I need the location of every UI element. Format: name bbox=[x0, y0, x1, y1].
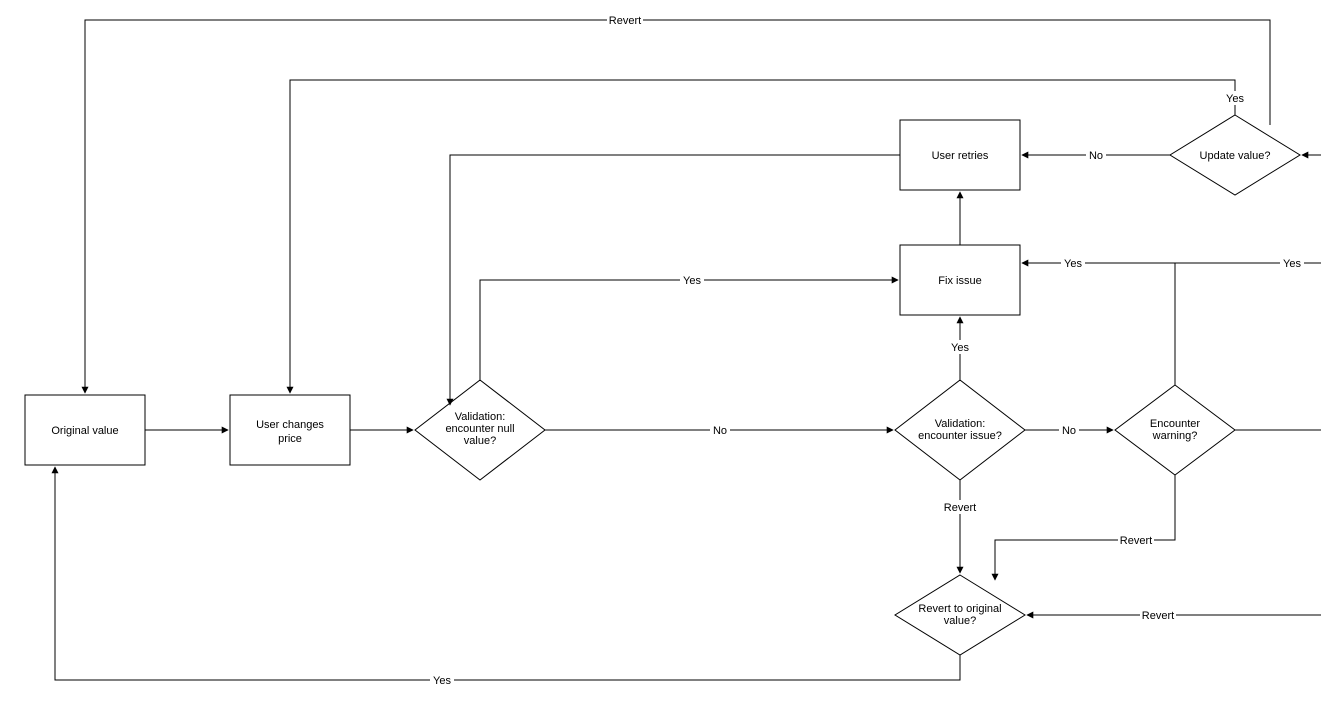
label-warning-revert: Revert bbox=[1120, 535, 1152, 547]
node-validation-issue: Validation: encounter issue? bbox=[895, 380, 1025, 480]
node-fix-issue-label: Fix issue bbox=[938, 275, 981, 287]
node-revert-original: Revert to original value? bbox=[895, 575, 1025, 655]
label-valissue-no: No bbox=[1062, 425, 1076, 437]
node-update-value-label: Update value? bbox=[1200, 150, 1271, 162]
label-in-revert-right: Revert bbox=[1142, 610, 1174, 622]
edge-update-revert-to-original bbox=[85, 20, 1270, 393]
label-top-revert: Revert bbox=[609, 15, 641, 27]
label-valnull-yes: Yes bbox=[683, 275, 701, 287]
node-validation-issue-label-2: encounter issue? bbox=[918, 430, 1002, 442]
node-user-retries: User retries bbox=[900, 120, 1020, 190]
label-valissue-revert: Revert bbox=[944, 502, 976, 514]
label-right-yes-fix: Yes bbox=[1064, 258, 1082, 270]
label-update-no: No bbox=[1089, 150, 1103, 162]
node-validation-null-label-1: Validation: bbox=[455, 411, 506, 423]
node-revert-original-label-2: value? bbox=[944, 615, 976, 627]
edge-update-yes-to-changes bbox=[290, 80, 1235, 393]
label-valnull-no: No bbox=[713, 425, 727, 437]
node-update-value: Update value? bbox=[1170, 115, 1300, 195]
node-user-changes-price: User changes price bbox=[230, 395, 350, 465]
label-update-yes: Yes bbox=[1226, 93, 1244, 105]
node-encounter-warning-label-1: Encounter bbox=[1150, 418, 1200, 430]
edge-revert-yes-to-original bbox=[55, 467, 960, 680]
node-validation-issue-label-1: Validation: bbox=[935, 418, 986, 430]
label-far-right-yes: Yes bbox=[1283, 258, 1301, 270]
node-encounter-warning-label-2: warning? bbox=[1152, 430, 1198, 442]
label-valissue-yes: Yes bbox=[951, 342, 969, 354]
edge-valnull-yes-to-fix bbox=[480, 280, 898, 380]
node-user-changes-price-label-2: price bbox=[278, 433, 302, 445]
node-validation-null: Validation: encounter null value? bbox=[415, 380, 545, 480]
node-validation-null-label-2: encounter null bbox=[445, 423, 514, 435]
node-user-retries-label: User retries bbox=[932, 150, 989, 162]
node-original-value-label: Original value bbox=[51, 425, 118, 437]
edge-warning-revert-to-revertnode bbox=[995, 475, 1175, 580]
node-fix-issue: Fix issue bbox=[900, 245, 1020, 315]
node-encounter-warning: Encounter warning? bbox=[1115, 385, 1235, 475]
label-revert-yes: Yes bbox=[433, 675, 451, 687]
node-user-changes-price-label-1: User changes bbox=[256, 419, 324, 431]
node-original-value: Original value bbox=[25, 395, 145, 465]
node-validation-null-label-3: value? bbox=[464, 435, 496, 447]
node-revert-original-label-1: Revert to original bbox=[918, 603, 1001, 615]
flowchart: Original value User changes price Valida… bbox=[0, 0, 1321, 709]
